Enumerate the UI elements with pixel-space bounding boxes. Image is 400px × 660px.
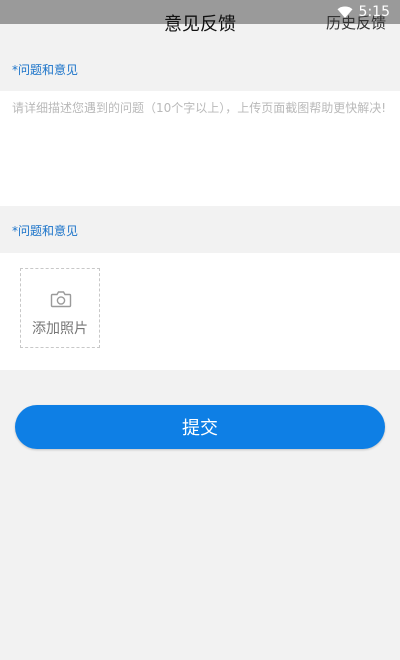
add-photo-label: 添加照片 <box>32 321 88 337</box>
add-photo-button[interactable]: 添加照片 <box>20 268 100 348</box>
feedback-section-label: *问题和意见 <box>12 63 79 77</box>
feedback-input[interactable] <box>12 100 388 195</box>
header: 意见反馈 历史反馈 <box>0 0 400 44</box>
submit-button[interactable]: 提交 <box>15 405 385 449</box>
photo-section-label: *问题和意见 <box>12 224 79 238</box>
history-feedback-link[interactable]: 历史反馈 <box>326 12 386 33</box>
camera-icon <box>50 291 72 308</box>
